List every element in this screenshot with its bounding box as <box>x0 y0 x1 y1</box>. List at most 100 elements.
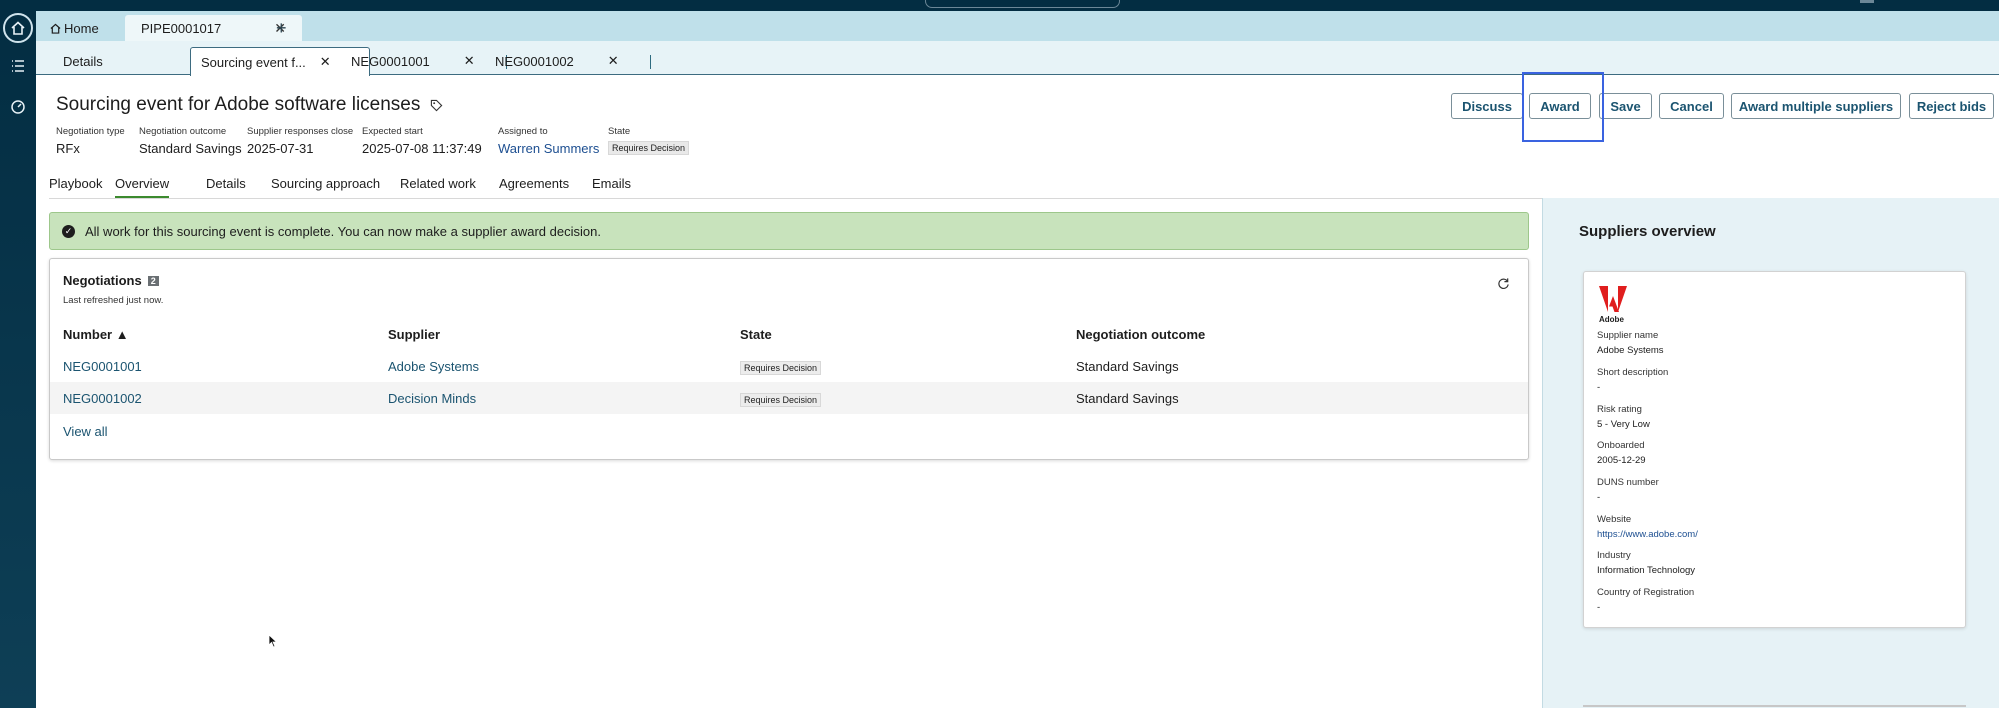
subnav-emails[interactable]: Emails <box>592 176 631 191</box>
cancel-button[interactable]: Cancel <box>1659 93 1724 119</box>
subnav-agreements[interactable]: Agreements <box>499 176 569 191</box>
supplier-link[interactable]: Adobe Systems <box>388 359 479 374</box>
reject-bids-button[interactable]: Reject bids <box>1909 93 1994 119</box>
dashboard-icon <box>11 100 25 114</box>
adobe-logo: Adobe <box>1597 284 1629 329</box>
field-onboarded: Onboarded 2005-12-29 <box>1597 440 1646 466</box>
tag-icon[interactable] <box>430 99 443 112</box>
field-value: 5 - Very Low <box>1597 419 1650 430</box>
meta-label: Negotiation type <box>56 126 125 137</box>
field-value: - <box>1597 492 1601 503</box>
last-refreshed-text: Last refreshed just now. <box>63 295 164 306</box>
col-number[interactable]: Number ▲ <box>63 327 129 342</box>
field-value: - <box>1597 382 1601 393</box>
tab-separator <box>650 55 651 69</box>
supplier-card: Adobe Supplier name Adobe Systems Short … <box>1583 271 1966 628</box>
supplier-link[interactable]: Decision Minds <box>388 391 476 406</box>
award-multiple-suppliers-button[interactable]: Award multiple suppliers <box>1731 93 1901 119</box>
suppliers-overview-title: Suppliers overview <box>1579 223 1716 240</box>
subnav-sourcing-approach[interactable]: Sourcing approach <box>271 176 380 191</box>
field-risk-rating: Risk rating 5 - Very Low <box>1597 404 1650 430</box>
home-rail-button[interactable] <box>3 13 33 43</box>
mouse-cursor-icon <box>268 634 278 653</box>
list-icon <box>12 60 24 72</box>
outcome-text: Standard Savings <box>1076 359 1179 374</box>
check-circle-icon: ✓ <box>62 224 75 238</box>
view-all-link[interactable]: View all <box>63 424 108 439</box>
meta-label: Negotiation outcome <box>139 126 227 137</box>
field-label: Website <box>1597 514 1632 525</box>
discuss-button[interactable]: Discuss <box>1451 93 1523 119</box>
subnav-related-work[interactable]: Related work <box>400 176 476 191</box>
list-rail-button[interactable] <box>3 51 33 81</box>
field-country-of-registration: Country of Registration - <box>1597 587 1694 613</box>
refresh-icon[interactable] <box>1497 277 1510 295</box>
outcome-text: Standard Savings <box>1076 391 1179 406</box>
subtab-label: Sourcing event f... <box>201 54 306 70</box>
website-link[interactable]: https://www.adobe.com/ <box>1597 529 1698 540</box>
field-label: Onboarded <box>1597 440 1645 451</box>
meta-state: State Requires Decision <box>608 126 690 156</box>
completion-notice: ✓ All work for this sourcing event is co… <box>49 212 1529 250</box>
field-label: Risk rating <box>1597 404 1642 415</box>
page-title: Sourcing event for Adobe software licens… <box>56 94 443 116</box>
home-icon <box>50 23 61 34</box>
field-value: Information Technology <box>1597 565 1696 576</box>
subtab-neg0001002[interactable]: NEG0001002 ✕ <box>485 47 651 75</box>
subtab-neg0001001[interactable]: NEG0001001 ✕ <box>341 47 507 75</box>
negotiations-title: Negotiations <box>63 273 142 288</box>
negotiations-card: Negotiations 2 Last refreshed just now. … <box>49 258 1529 460</box>
global-search-box[interactable] <box>925 0 1120 8</box>
field-value: - <box>1597 602 1601 613</box>
field-short-description: Short description - <box>1597 367 1668 393</box>
save-button[interactable]: Save <box>1599 93 1652 119</box>
subtab-details[interactable]: Details <box>53 47 113 75</box>
field-value: 2005-12-29 <box>1597 455 1646 466</box>
field-label: DUNS number <box>1597 477 1659 488</box>
subnav-playbook[interactable]: Playbook <box>49 176 102 191</box>
subnav-overview[interactable]: Overview <box>115 176 170 198</box>
col-state[interactable]: State <box>740 327 772 342</box>
negotiation-number-link[interactable]: NEG0001002 <box>63 391 142 406</box>
field-label: Short description <box>1597 367 1669 378</box>
table-row: NEG0001002 Decision Minds Requires Decis… <box>50 382 1528 414</box>
workspace-tabs: Home PIPE0001017 ✕ + <box>36 11 1999 41</box>
save-label: Save <box>1610 98 1641 114</box>
state-pill: Requires Decision <box>740 393 822 407</box>
meta-label: Supplier responses close <box>247 126 354 137</box>
meta-negotiation-type: Negotiation type RFx <box>56 126 125 156</box>
subnav-details[interactable]: Details <box>206 176 246 191</box>
meta-supplier-responses-close: Supplier responses close 2025-07-31 <box>247 126 353 156</box>
field-website: Website https://www.adobe.com/ <box>1597 514 1698 540</box>
page-title-text: Sourcing event for Adobe software licens… <box>56 94 421 115</box>
close-subtab-icon[interactable]: ✕ <box>608 53 619 69</box>
close-subtab-icon[interactable]: ✕ <box>464 53 475 69</box>
award-highlight-box <box>1522 72 1604 142</box>
home-tab[interactable]: Home <box>44 15 105 41</box>
top-bar-decoration <box>1860 0 1874 3</box>
assigned-to-link[interactable]: Warren Summers <box>498 141 599 156</box>
subtab-label: NEG0001002 <box>495 53 574 69</box>
meta-expected-start: Expected start 2025-07-08 11:37:49 <box>362 126 482 156</box>
dashboard-rail-button[interactable] <box>3 92 33 122</box>
col-negotiation-outcome[interactable]: Negotiation outcome <box>1076 327 1205 342</box>
field-label: Country of Registration <box>1597 587 1695 598</box>
subnav-divider <box>49 198 1542 199</box>
add-tab-button[interactable]: + <box>276 15 287 41</box>
notice-text: All work for this sourcing event is comp… <box>85 223 601 239</box>
meta-negotiation-outcome: Negotiation outcome Standard Savings <box>139 126 242 156</box>
add-tab-label: + <box>276 17 287 38</box>
next-card-edge <box>1583 705 1966 707</box>
close-subtab-icon[interactable]: ✕ <box>320 54 331 70</box>
meta-label: State <box>608 126 631 137</box>
home-tab-label: Home <box>64 20 99 36</box>
cancel-label: Cancel <box>1670 98 1713 114</box>
count-badge: 2 <box>147 275 159 286</box>
meta-value: 2025-07-31 <box>247 141 314 156</box>
negotiation-number-link[interactable]: NEG0001001 <box>63 359 142 374</box>
col-supplier[interactable]: Supplier <box>388 327 440 342</box>
negotiations-heading: Negotiations 2 <box>63 273 159 288</box>
tab-label: PIPE0001017 <box>141 20 222 36</box>
reject-bids-label: Reject bids <box>1916 98 1987 114</box>
field-industry: Industry Information Technology <box>1597 550 1695 576</box>
